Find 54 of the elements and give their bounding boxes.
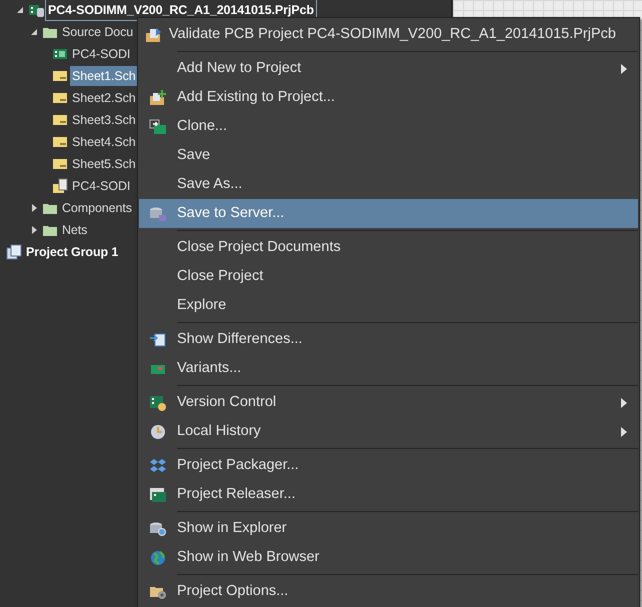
folder-icon <box>42 201 58 215</box>
schematic-icon <box>52 69 68 83</box>
packager-icon <box>149 458 167 474</box>
menu-item[interactable]: Save to Server... <box>139 199 638 228</box>
menu-item[interactable]: Show Differences... <box>139 325 638 354</box>
menu-item[interactable]: Save <box>139 141 638 170</box>
schematic-icon <box>52 157 68 171</box>
tree-item[interactable]: PC4-SODI <box>70 176 132 196</box>
globe-icon <box>149 550 167 566</box>
menu-item[interactable]: Add New to Project <box>139 54 638 83</box>
clock-icon <box>149 424 167 440</box>
tree-item[interactable]: PC4-SODI <box>70 44 132 64</box>
database-icon <box>149 206 167 222</box>
pcb-icon <box>52 47 68 61</box>
menu-item[interactable]: Local History <box>139 417 638 446</box>
validate-icon <box>144 26 163 42</box>
tree-item[interactable]: Sheet5.Sch <box>70 154 138 174</box>
tree-item[interactable]: Nets <box>60 220 90 240</box>
tree-item[interactable]: Sheet1.Sch <box>70 66 138 86</box>
menu-item[interactable]: Validate PCB Project PC4-SODIMM_V200_RC_A1_20141015.PrjPcb <box>139 20 638 49</box>
menu-item[interactable]: Close Project <box>139 262 638 291</box>
folder-icon <box>42 223 58 237</box>
tree-item[interactable]: Components <box>60 198 134 218</box>
menu-item[interactable]: Project Releaser... <box>139 480 638 509</box>
project-icon <box>28 2 44 18</box>
menu-item[interactable]: Show in Explorer <box>139 514 638 543</box>
tree-item[interactable]: PC4-SODIMM_V200_RC_A1_20141015.PrjPcb <box>46 0 316 20</box>
releaser-icon <box>149 486 167 502</box>
schematic-icon <box>52 113 68 127</box>
menu-item[interactable]: Save As... <box>139 170 638 199</box>
add-existing-icon <box>149 90 167 106</box>
menu-item[interactable]: Add Existing to Project... <box>139 83 638 112</box>
project-group-icon <box>6 244 22 260</box>
schematic-icon <box>52 91 68 105</box>
version-control-icon <box>149 394 167 410</box>
menu-item[interactable]: Variants... <box>139 354 638 383</box>
tree-item[interactable]: Source Docu <box>60 22 136 42</box>
explorer-icon <box>149 520 167 536</box>
menu-item[interactable]: Close Project Documents <box>139 233 638 262</box>
schematic-icon <box>52 135 68 149</box>
tree-item[interactable]: Project Group 1 <box>24 242 120 262</box>
menu-item[interactable]: Clone... <box>139 112 638 141</box>
tree-item[interactable]: Sheet3.Sch <box>70 110 138 130</box>
menu-item[interactable]: Project Packager... <box>139 451 638 480</box>
menu-item[interactable]: Version Control <box>139 388 638 417</box>
menu-item[interactable]: Show in Web Browser <box>139 543 638 572</box>
folder-icon <box>42 25 58 39</box>
menu-item[interactable]: Project Options... <box>139 577 638 606</box>
clone-icon <box>149 118 167 134</box>
document-icon <box>52 178 68 194</box>
compare-icon <box>149 332 167 348</box>
tree-item[interactable]: Sheet4.Sch <box>70 132 138 152</box>
tree-item[interactable]: Sheet2.Sch <box>70 88 138 108</box>
menu-item[interactable]: Explore <box>139 291 638 320</box>
